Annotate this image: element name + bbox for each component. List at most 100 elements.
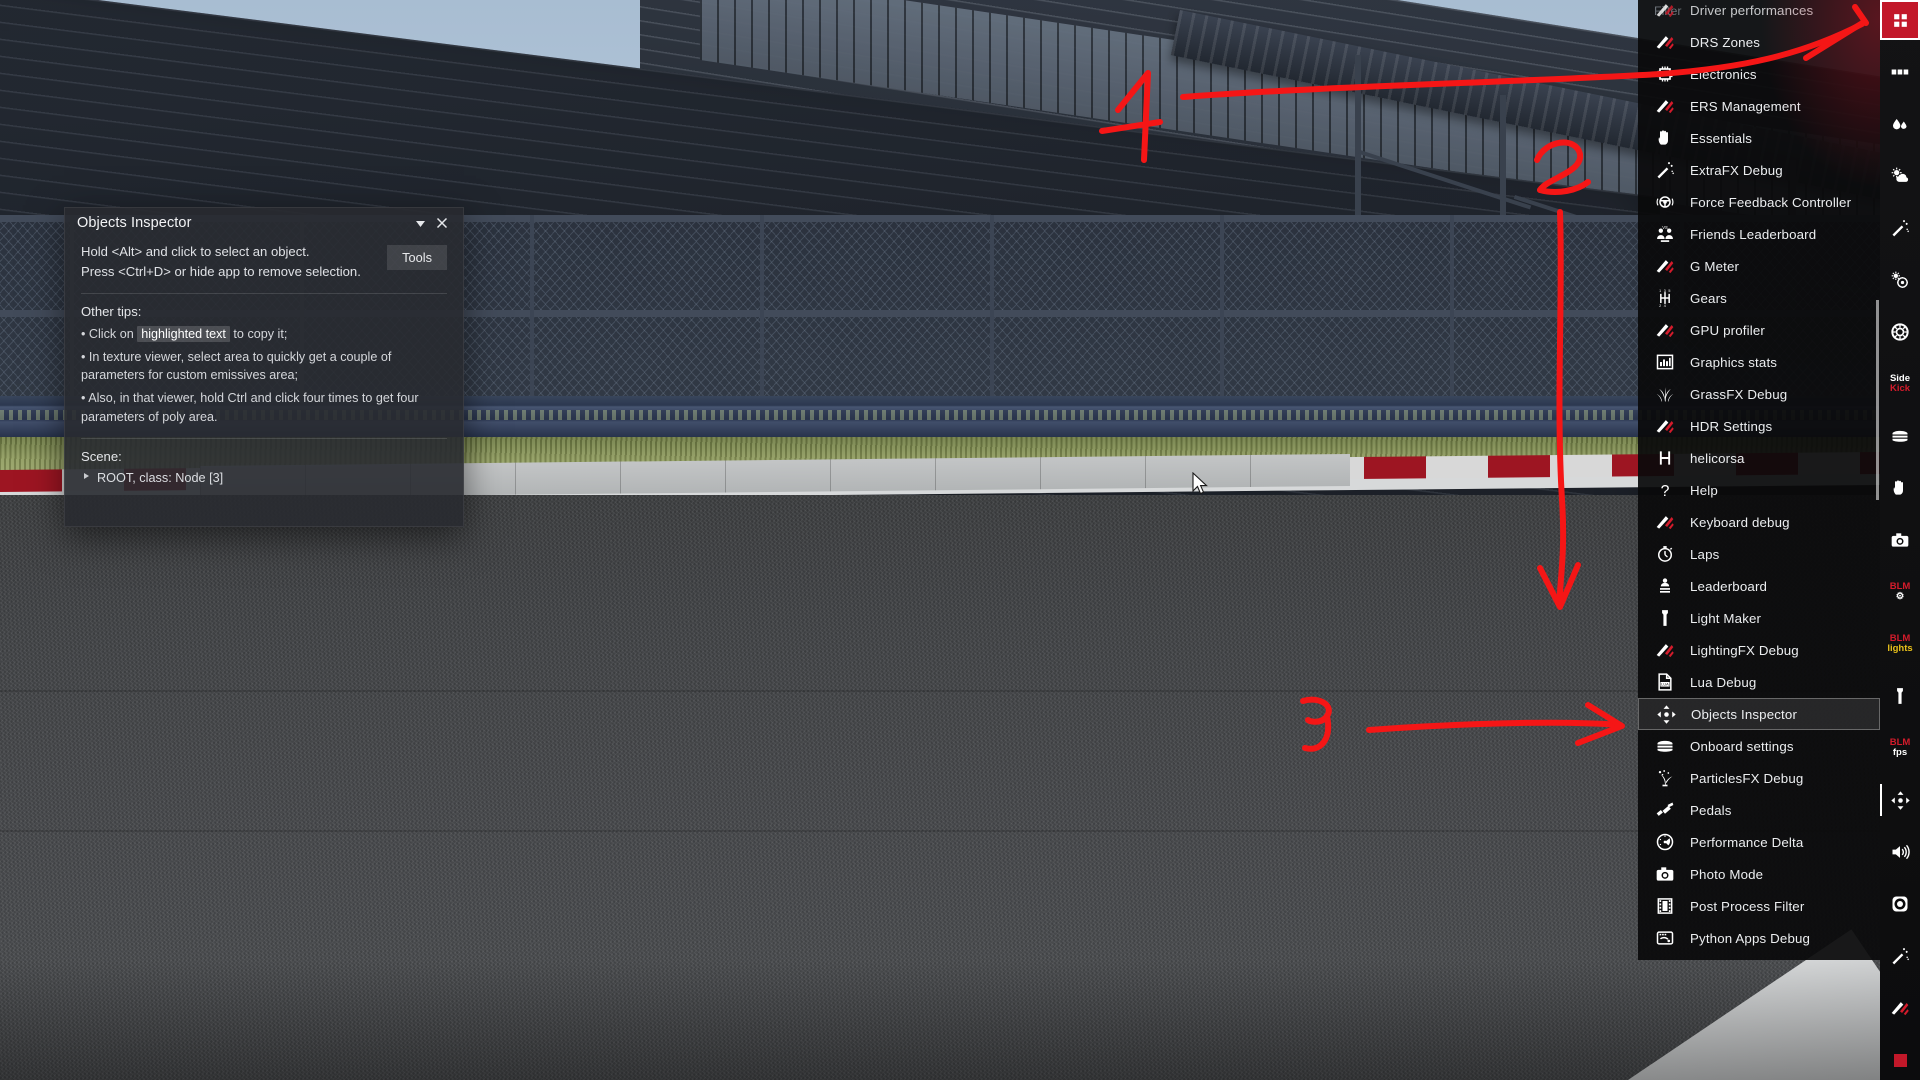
- rail-button-move-crosshair-icon[interactable]: [1880, 780, 1920, 820]
- magic-wand-icon: [1652, 159, 1678, 181]
- steering-wheel-icon: [1652, 191, 1678, 213]
- app-list-item-lua-debug[interactable]: LUA Lua Debug: [1638, 666, 1880, 698]
- flashlight-icon: [1890, 686, 1910, 706]
- app-list-item-driver-performances[interactable]: Driver performances: [1638, 0, 1880, 26]
- rail-button-sidekick-icon[interactable]: Side Kick: [1880, 364, 1920, 404]
- app-list-item-drs-zones[interactable]: DRS Zones: [1638, 26, 1880, 58]
- app-list-item-pedals[interactable]: Pedals: [1638, 794, 1880, 826]
- app-list-item-onboard-settings[interactable]: Onboard settings: [1638, 730, 1880, 762]
- chevron-down-icon[interactable]: [409, 212, 431, 234]
- app-list-item-graphics-stats[interactable]: Graphics stats: [1638, 346, 1880, 378]
- scene-root-node[interactable]: ROOT, class: Node [3]: [81, 469, 447, 488]
- tip-1-highlight[interactable]: highlighted text: [137, 325, 230, 342]
- other-tips-label: Other tips:: [81, 303, 142, 319]
- app-list-item-ers-management[interactable]: ERS Management: [1638, 90, 1880, 122]
- rail-button-blm-lights-icon[interactable]: BLM lights: [1880, 624, 1920, 664]
- rail-button-aperture-icon[interactable]: [1880, 884, 1920, 924]
- rail-button-hand-icon[interactable]: [1880, 468, 1920, 508]
- app-list-item-laps[interactable]: Laps: [1638, 538, 1880, 570]
- app-list-item-lightingfx-debug[interactable]: LightingFX Debug: [1638, 634, 1880, 666]
- app-list-item-photo-mode[interactable]: Photo Mode: [1638, 858, 1880, 890]
- app-list-item-label: Leaderboard: [1690, 578, 1768, 594]
- app-list-item-python-apps-debug[interactable]: Python Apps Debug: [1638, 922, 1880, 954]
- rail-text-line-2: Kick: [1889, 383, 1911, 394]
- csp-slash-icon: [1652, 0, 1678, 21]
- app-list-item-label: Objects Inspector: [1691, 706, 1798, 722]
- app-list-item-extrafx-debug[interactable]: ExtraFX Debug: [1638, 154, 1880, 186]
- game-viewport[interactable]: [0, 0, 1920, 1080]
- app-list-item-label: DRS Zones: [1690, 34, 1761, 50]
- sidebar-icon-rail[interactable]: Side Kick BLM ⚙ BLM lights BLM fps: [1880, 0, 1920, 1080]
- rail-button-csp-slash-icon[interactable]: [1880, 988, 1920, 1028]
- window-title: Objects Inspector: [77, 215, 192, 231]
- objects-inspector-list-item[interactable]: Objects Inspector: [1638, 698, 1880, 730]
- objects-inspector-titlebar[interactable]: Objects Inspector: [65, 208, 463, 238]
- app-list-item-keyboard-debug[interactable]: Keyboard debug: [1638, 506, 1880, 538]
- track-seam: [0, 830, 1920, 832]
- app-list-item-hdr-settings[interactable]: HDR Settings: [1638, 410, 1880, 442]
- tip-1: • Click on highlighted text to copy it;: [81, 325, 447, 344]
- objects-inspector-body: Hold <Alt> and click to select an object…: [65, 238, 463, 488]
- svg-text:?: ?: [1661, 483, 1670, 500]
- rail-text-line-2: ⚙: [1895, 591, 1905, 602]
- close-icon[interactable]: [431, 212, 453, 234]
- app-list-item-label: Electronics: [1690, 66, 1757, 82]
- flashlight-icon: [1652, 607, 1678, 629]
- rail-button-onboard-icon[interactable]: [1880, 416, 1920, 456]
- rail-button-blm-fps-icon[interactable]: BLM fps: [1880, 728, 1920, 768]
- app-list-panel[interactable]: Filter Driver performancesDRS ZonesElect…: [1638, 0, 1880, 960]
- rail-text-line-2: fps: [1892, 747, 1908, 758]
- app-list-item-label: LightingFX Debug: [1690, 642, 1799, 658]
- track-seam: [0, 690, 1920, 692]
- app-list-item-grassfx-debug[interactable]: GrassFX Debug: [1638, 378, 1880, 410]
- rail-button-blm-icon[interactable]: BLM ⚙: [1880, 572, 1920, 612]
- rail-button-magic-wand-icon[interactable]: [1880, 208, 1920, 248]
- aperture-icon: [1890, 894, 1910, 914]
- app-list-item-friends-leaderboard[interactable]: VS Friends Leaderboard: [1638, 218, 1880, 250]
- app-list-item-label: Laps: [1690, 546, 1720, 562]
- app-list-item-force-feedback-controller[interactable]: Force Feedback Controller: [1638, 186, 1880, 218]
- rail-button-camera-icon[interactable]: [1880, 520, 1920, 560]
- csp-slash-icon: [1652, 95, 1678, 117]
- fence-post: [530, 215, 534, 400]
- app-list-item-light-maker[interactable]: Light Maker: [1638, 602, 1880, 634]
- app-list-item-performance-delta[interactable]: Performance Delta: [1638, 826, 1880, 858]
- fence-post: [1220, 215, 1224, 400]
- tip-2: • In texture viewer, select area to quic…: [81, 349, 392, 383]
- app-list-item-electronics[interactable]: Electronics: [1638, 58, 1880, 90]
- objects-inspector-window[interactable]: Objects Inspector Hold <Alt> and click t…: [64, 207, 464, 527]
- record-stop-icon: [1893, 1053, 1907, 1067]
- app-list-scrollbar[interactable]: [1876, 300, 1879, 500]
- tools-button[interactable]: Tools: [387, 245, 447, 270]
- rail-button-flashlight-icon[interactable]: [1880, 676, 1920, 716]
- app-list-item-label: ParticlesFX Debug: [1690, 770, 1804, 786]
- grass-icon: [1652, 383, 1678, 405]
- app-list-item-leaderboard[interactable]: Leaderboard: [1638, 570, 1880, 602]
- app-list-item-helicorsa[interactable]: helicorsa: [1638, 442, 1880, 474]
- app-list-item-help[interactable]: ? Help: [1638, 474, 1880, 506]
- rail-button-blocks-icon[interactable]: [1880, 52, 1920, 92]
- csp-slash-icon: [1652, 415, 1678, 437]
- app-list-item-label: Essentials: [1690, 130, 1753, 146]
- app-list-item-label: HDR Settings: [1690, 418, 1773, 434]
- app-list-item-gpu-profiler[interactable]: GPU profiler: [1638, 314, 1880, 346]
- fence-post: [760, 215, 764, 400]
- app-list-item-g-meter[interactable]: G Meter: [1638, 250, 1880, 282]
- triangle-right-icon[interactable]: [84, 473, 89, 480]
- app-list-item-particlesfx-debug[interactable]: ParticlesFX Debug: [1638, 762, 1880, 794]
- app-list-item-essentials[interactable]: Essentials: [1638, 122, 1880, 154]
- app-list-item-post-process-filter[interactable]: Post Process Filter: [1638, 890, 1880, 922]
- rail-button-tyre-icon[interactable]: [1880, 312, 1920, 352]
- app-list-item-gears[interactable]: 1 3 5 2 4 Gears: [1638, 282, 1880, 314]
- rail-button-apps-grid-icon[interactable]: [1880, 0, 1920, 40]
- rail-button-magic-wand-icon[interactable]: [1880, 936, 1920, 976]
- rail-button-weather-icon[interactable]: [1880, 156, 1920, 196]
- rail-button-record-stop-icon[interactable]: [1880, 1040, 1920, 1080]
- rail-button-volume-icon[interactable]: [1880, 832, 1920, 872]
- app-list-item-label: helicorsa: [1690, 450, 1745, 466]
- rail-button-water-drops-icon[interactable]: [1880, 104, 1920, 144]
- water-drops-icon: [1890, 114, 1910, 134]
- instructions-row: Hold <Alt> and click to select an object…: [81, 242, 447, 282]
- rail-button-weather-settings-icon[interactable]: [1880, 260, 1920, 300]
- h-letter-icon: [1652, 447, 1678, 469]
